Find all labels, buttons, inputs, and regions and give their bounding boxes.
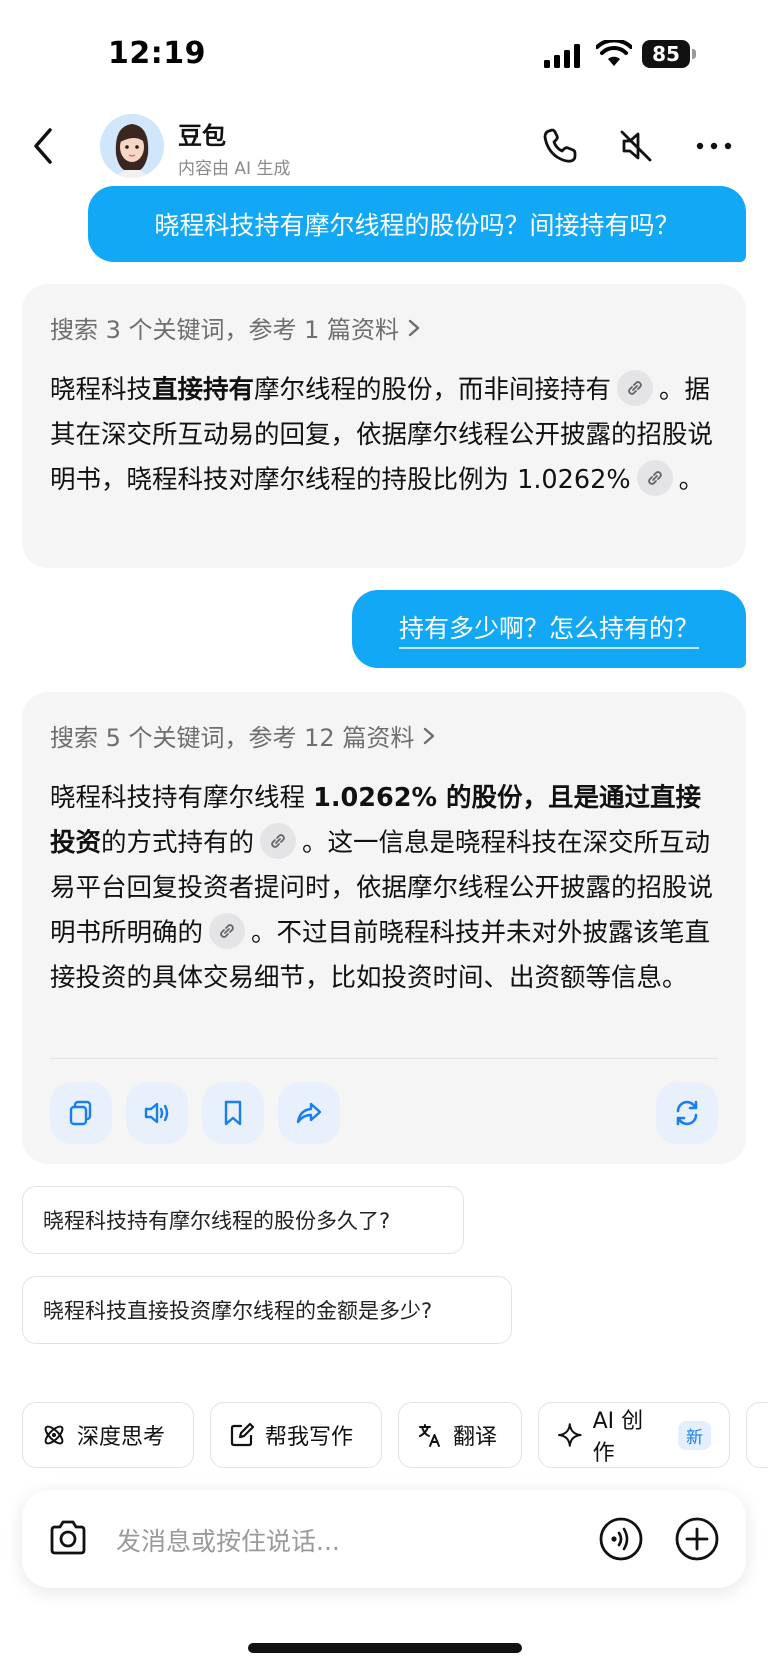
citation-link-icon[interactable] — [617, 370, 654, 406]
phone-icon[interactable] — [538, 124, 582, 168]
atom-icon — [44, 1425, 64, 1445]
answer-emphasis: 直接持有 — [152, 375, 255, 405]
search-summary-text: 搜索 5 个关键词，参考 12 篇资料 — [50, 724, 415, 752]
bookmark-button[interactable] — [202, 1082, 264, 1144]
tool-label: 帮我写作 — [265, 1425, 354, 1450]
suggested-question[interactable]: 晓程科技持有摩尔线程的股份多久了? — [22, 1186, 464, 1254]
user-message-text: 晓程科技持有摩尔线程的股份吗？间接持有吗？ — [154, 211, 680, 240]
edit-icon — [230, 1422, 255, 1447]
divider — [50, 1058, 718, 1059]
more-icon[interactable] — [692, 124, 736, 168]
citation-link-icon[interactable] — [636, 460, 673, 496]
bookmark-icon — [224, 1100, 242, 1126]
share-button[interactable] — [278, 1082, 340, 1144]
suggested-question-text: 晓程科技直接投资摩尔线程的金额是多少? — [43, 1299, 433, 1323]
suggested-question[interactable]: 晓程科技直接投资摩尔线程的金额是多少? — [22, 1276, 512, 1344]
ai-reply-card: 搜索 3 个关键词，参考 1 篇资料 晓程科技直接持有摩尔线程的股份，而非间接持… — [22, 284, 746, 568]
refresh-icon — [676, 1100, 698, 1126]
status-time: 12:19 — [108, 36, 206, 71]
chevron-right-icon — [424, 727, 435, 744]
mute-icon[interactable] — [614, 124, 658, 168]
answer-text: 的方式持有的 — [101, 828, 255, 858]
more-tools-chip[interactable] — [746, 1402, 768, 1468]
copy-button[interactable] — [50, 1082, 112, 1144]
writing-button[interactable]: 帮我写作 — [210, 1402, 382, 1468]
ai-create-button[interactable]: AI 创作 新 — [538, 1402, 730, 1468]
avatar-illustration-icon — [100, 114, 164, 178]
search-summary-link[interactable]: 搜索 5 个关键词，参考 12 篇资料 — [50, 718, 436, 753]
deep-think-button[interactable]: 深度思考 — [22, 1402, 194, 1468]
ai-answer-text: 晓程科技直接持有摩尔线程的股份，而非间接持有 。据其在深交所互动易的回复，依据摩尔… — [50, 368, 720, 503]
speaker-icon — [144, 1102, 169, 1124]
back-icon[interactable] — [28, 124, 60, 168]
battery-level: 85 — [642, 40, 690, 68]
read-aloud-button[interactable] — [126, 1082, 188, 1144]
camera-icon[interactable] — [46, 1516, 90, 1560]
share-icon — [296, 1102, 322, 1124]
ai-answer-text: 晓程科技持有摩尔线程 1.0262% 的股份，且是通过直接投资的方式持有的 。这一… — [50, 776, 720, 1001]
home-indicator[interactable] — [248, 1643, 522, 1653]
chat-header: 豆包 内容由 AI 生成 — [0, 110, 768, 184]
user-message-text: 持有多少啊？怎么持有的？ — [398, 609, 699, 649]
avatar[interactable] — [100, 114, 164, 178]
suggested-question-text: 晓程科技持有摩尔线程的股份多久了? — [43, 1209, 391, 1233]
answer-text: 摩尔线程的股份，而非间接持有 — [254, 375, 612, 405]
user-message[interactable]: 晓程科技持有摩尔线程的股份吗？间接持有吗？ — [88, 186, 746, 262]
citation-link-icon[interactable] — [209, 913, 246, 949]
battery-nub — [692, 49, 696, 59]
battery-indicator: 85 — [642, 40, 696, 68]
search-summary-link[interactable]: 搜索 3 个关键词，参考 1 篇资料 — [50, 310, 421, 345]
answer-text: 。 — [678, 465, 705, 495]
chat-title: 豆包 — [178, 122, 226, 150]
search-summary-text: 搜索 3 个关键词，参考 1 篇资料 — [50, 316, 400, 344]
status-bar: 12:19 85 — [0, 0, 768, 110]
tool-label: 深度思考 — [77, 1425, 166, 1450]
wifi-icon — [596, 40, 632, 66]
voice-call-icon[interactable] — [598, 1516, 644, 1562]
chevron-right-icon — [408, 319, 420, 336]
citation-link-icon[interactable] — [260, 823, 297, 859]
new-badge: 新 — [678, 1420, 711, 1450]
regenerate-button[interactable] — [656, 1082, 718, 1144]
tool-label: AI 创作 — [592, 1409, 644, 1466]
copy-icon — [69, 1100, 92, 1126]
answer-text: 晓程科技 — [50, 375, 153, 405]
tool-label: 翻译 — [453, 1425, 498, 1450]
message-input[interactable]: 发消息或按住说话... — [116, 1522, 340, 1558]
message-input-bar: 发消息或按住说话... — [22, 1490, 746, 1588]
user-message[interactable]: 持有多少啊？怎么持有的？ — [352, 590, 746, 668]
translate-button[interactable]: 翻译 — [398, 1402, 522, 1468]
plus-icon[interactable] — [674, 1516, 720, 1562]
sparkle-icon — [557, 1423, 582, 1447]
chat-subtitle: 内容由 AI 生成 — [178, 159, 291, 179]
ai-reply-card: 搜索 5 个关键词，参考 12 篇资料 晓程科技持有摩尔线程 1.0262% 的… — [22, 692, 746, 1164]
cellular-signal-icon — [544, 44, 580, 68]
translate-icon — [419, 1424, 440, 1447]
answer-text: 晓程科技持有摩尔线程 — [50, 783, 314, 813]
